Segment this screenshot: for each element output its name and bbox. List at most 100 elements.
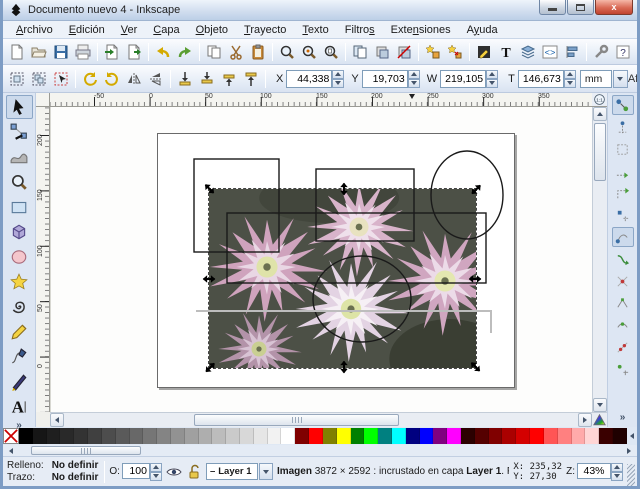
- spiral-tool-button[interactable]: [6, 295, 33, 319]
- raise-button[interactable]: [218, 68, 240, 90]
- snap-object-centers-button[interactable]: [612, 359, 634, 379]
- color-swatch[interactable]: [364, 428, 379, 444]
- snap-smooth-nodes-button[interactable]: [612, 315, 634, 335]
- layer-dropdown-icon[interactable]: [258, 463, 273, 480]
- scroll-left-icon[interactable]: [50, 413, 64, 427]
- ellipse-tool-button[interactable]: [6, 245, 33, 269]
- x-spin-down[interactable]: [332, 78, 345, 88]
- text-tool-button[interactable]: A: [6, 395, 33, 419]
- lower-to-bottom-button[interactable]: [174, 68, 196, 90]
- select-all-layers-button[interactable]: [28, 68, 50, 90]
- zoom-tool-button[interactable]: [6, 170, 33, 194]
- snap-enable-button[interactable]: [611, 95, 634, 115]
- unit-dropdown-icon[interactable]: [612, 69, 628, 88]
- deselect-button[interactable]: [50, 68, 72, 90]
- calligraphy-tool-button[interactable]: [6, 370, 33, 394]
- menu-extensiones[interactable]: Extensiones: [384, 23, 458, 37]
- paste-button[interactable]: [247, 41, 269, 63]
- opacity-spin-up[interactable]: [149, 462, 162, 472]
- vertical-ruler[interactable]: 200 150 100 50 0: [36, 107, 50, 412]
- menu-edicion[interactable]: Edición: [62, 23, 112, 37]
- color-swatch[interactable]: [212, 428, 227, 444]
- layer-selector[interactable]: – Layer 1: [205, 463, 273, 480]
- layer-lock-icon[interactable]: [186, 464, 202, 480]
- palette-scroll-track[interactable]: [17, 446, 623, 455]
- hscroll-track[interactable]: [64, 413, 578, 427]
- xml-editor-button[interactable]: <>: [539, 41, 561, 63]
- vscroll-track[interactable]: [593, 121, 607, 398]
- height-field-input[interactable]: [517, 69, 564, 88]
- color-swatch[interactable]: [309, 428, 323, 444]
- horizontal-scrollbar[interactable]: [50, 412, 592, 427]
- color-swatch[interactable]: [295, 428, 310, 444]
- pencil-tool-button[interactable]: [6, 320, 33, 344]
- snap-paths-button[interactable]: [612, 249, 634, 269]
- color-swatch[interactable]: [474, 428, 489, 444]
- opacity-spin-down[interactable]: [149, 471, 162, 481]
- color-swatch[interactable]: [571, 428, 586, 444]
- maximize-button[interactable]: [567, 0, 594, 15]
- ungroup-button[interactable]: [444, 41, 466, 63]
- color-swatch[interactable]: [226, 428, 240, 444]
- color-swatch[interactable]: [115, 428, 130, 444]
- y-spin-up[interactable]: [407, 69, 420, 79]
- save-document-button[interactable]: [50, 41, 72, 63]
- h-spin-up[interactable]: [563, 69, 576, 79]
- redo-button[interactable]: [174, 41, 196, 63]
- open-document-button[interactable]: [28, 41, 50, 63]
- color-swatch[interactable]: [447, 428, 461, 444]
- rotate-cw-button[interactable]: [101, 68, 123, 90]
- color-swatch[interactable]: [336, 428, 351, 444]
- color-swatch[interactable]: [488, 428, 503, 444]
- lower-button[interactable]: [196, 68, 218, 90]
- color-swatch[interactable]: [129, 428, 144, 444]
- flip-horizontal-button[interactable]: [123, 68, 145, 90]
- color-swatch[interactable]: [253, 428, 268, 444]
- color-swatch[interactable]: [612, 428, 627, 444]
- copy-button[interactable]: [203, 41, 225, 63]
- color-swatch[interactable]: [461, 428, 475, 444]
- scale-handle-top[interactable]: [336, 182, 351, 197]
- menu-texto[interactable]: Texto: [295, 23, 335, 37]
- color-management-button[interactable]: [592, 412, 607, 427]
- menu-objeto[interactable]: Objeto: [189, 23, 235, 37]
- selector-button[interactable]: [5, 95, 33, 119]
- color-swatch[interactable]: [240, 428, 254, 444]
- fill-stroke-indicator[interactable]: Relleno: No definir Trazo: No definir: [5, 460, 100, 483]
- import-button[interactable]: [101, 41, 123, 63]
- text-dialog-button[interactable]: T: [495, 41, 517, 63]
- color-swatch[interactable]: [170, 428, 185, 444]
- preferences-button[interactable]: [590, 41, 612, 63]
- snap-bbox-edges-button[interactable]: [612, 139, 634, 159]
- vertical-scrollbar[interactable]: [592, 107, 607, 412]
- y-spin-down[interactable]: [407, 78, 420, 88]
- color-swatch[interactable]: [143, 428, 158, 444]
- color-swatch[interactable]: [391, 428, 406, 444]
- color-swatch[interactable]: [267, 428, 282, 444]
- y-field-input[interactable]: [361, 69, 408, 88]
- layers-dialog-button[interactable]: [517, 41, 539, 63]
- color-swatch[interactable]: [19, 428, 33, 444]
- layer-visibility-icon[interactable]: [166, 464, 182, 480]
- color-swatch[interactable]: [101, 428, 116, 444]
- create-clone-button[interactable]: [371, 41, 393, 63]
- node-editor-button[interactable]: [6, 120, 33, 144]
- hscroll-thumb[interactable]: [194, 414, 399, 426]
- w-spin-down[interactable]: [486, 78, 499, 88]
- bezier-pen-tool-button[interactable]: [6, 345, 33, 369]
- select-all-button[interactable]: [6, 68, 28, 90]
- menu-filtros[interactable]: Filtros: [338, 23, 382, 37]
- snap-bbox-edge-midpoints-button[interactable]: [612, 183, 634, 203]
- color-swatch[interactable]: [585, 428, 600, 444]
- snapbar-overflow-chevron[interactable]: »: [620, 412, 626, 423]
- zoom-page-button[interactable]: [320, 41, 342, 63]
- menu-ayuda[interactable]: Ayuda: [460, 23, 505, 37]
- close-button[interactable]: x: [595, 0, 633, 15]
- x-field-input[interactable]: [286, 69, 333, 88]
- color-swatch[interactable]: [60, 428, 75, 444]
- new-document-button[interactable]: [6, 41, 28, 63]
- color-swatch[interactable]: [198, 428, 213, 444]
- color-swatch[interactable]: [184, 428, 199, 444]
- scroll-down-icon[interactable]: [593, 398, 607, 412]
- width-field-input[interactable]: [440, 69, 487, 88]
